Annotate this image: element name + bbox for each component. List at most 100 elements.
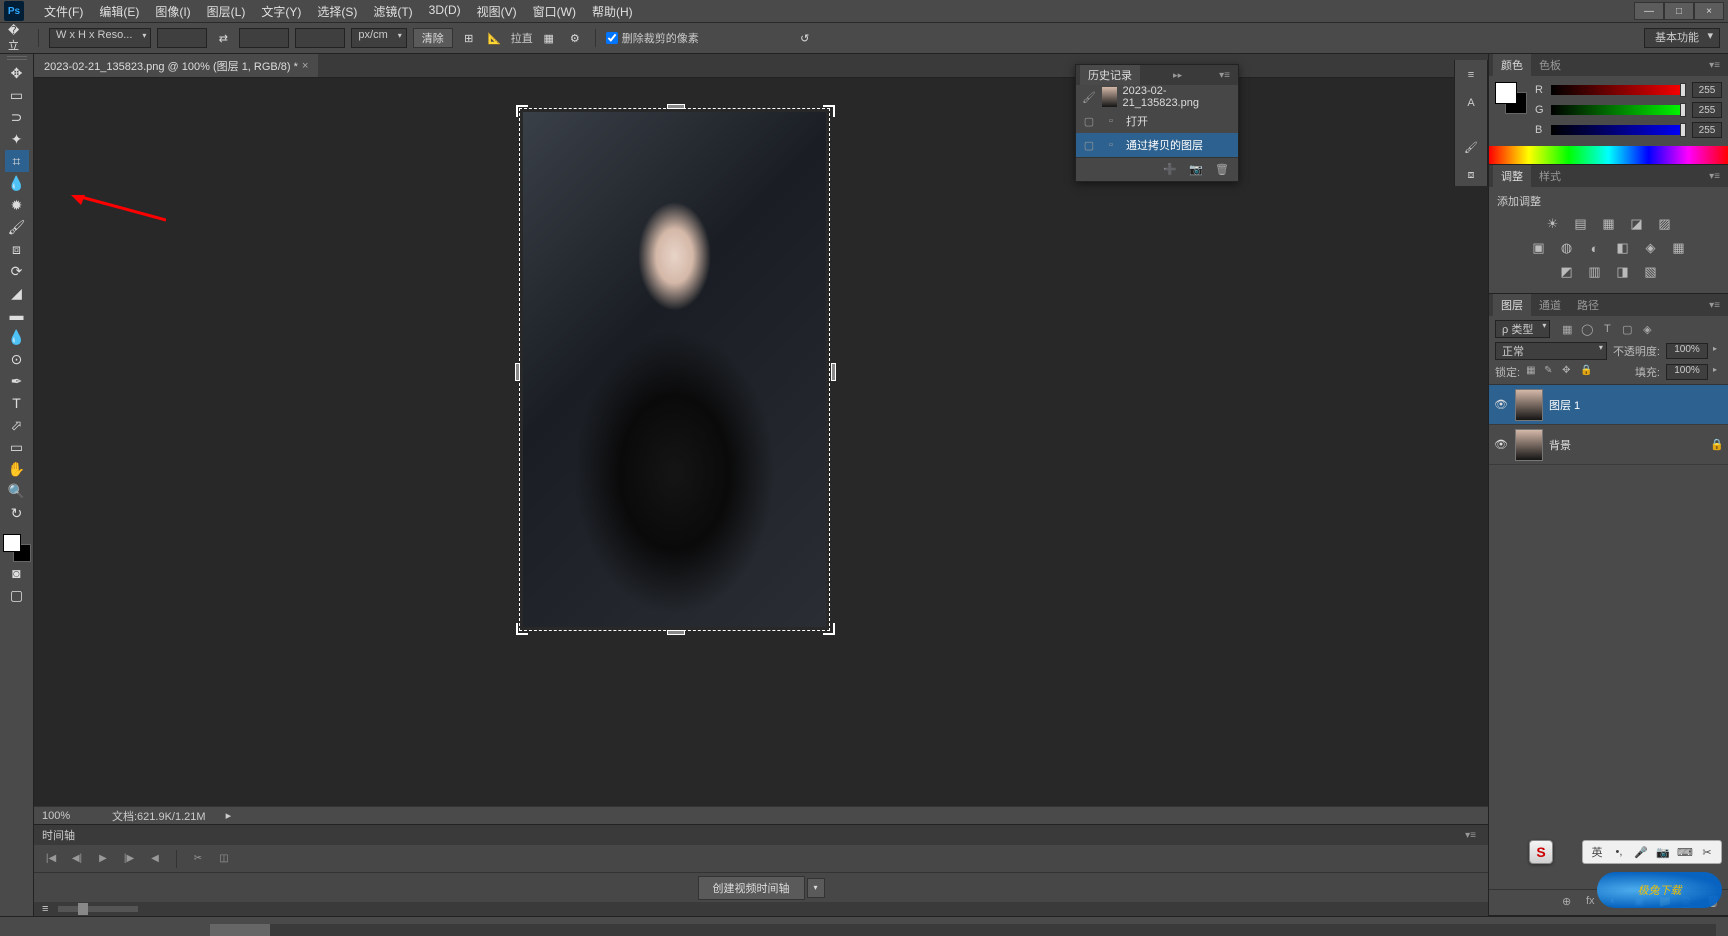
type-tool[interactable]: T <box>5 392 29 414</box>
panel-menu-icon[interactable]: ▾≡ <box>1705 171 1724 182</box>
adjustment-icon[interactable]: ◈ <box>1642 239 1660 257</box>
new-doc-from-state-icon[interactable]: ➕ <box>1162 162 1178 178</box>
layer-filter-icon[interactable]: T <box>1600 322 1614 336</box>
clone-stamp-tool[interactable]: ⧈ <box>5 238 29 260</box>
color-tab[interactable]: 颜色 <box>1493 54 1531 76</box>
panel-menu-icon[interactable]: ▾≡ <box>1461 830 1480 841</box>
layer-row[interactable]: 👁图层 1 <box>1489 385 1728 425</box>
layer-name[interactable]: 背景 <box>1549 437 1571 453</box>
snapshot-icon[interactable]: 📷 <box>1188 162 1204 178</box>
timeline-type-dropdown[interactable]: ▾ <box>807 878 825 898</box>
color-slider[interactable] <box>1551 125 1686 135</box>
straighten-icon[interactable]: 📐 <box>485 28 505 48</box>
lasso-tool[interactable]: ⊃ <box>5 106 29 128</box>
options-gear-icon[interactable]: ⚙ <box>565 28 585 48</box>
menu-item-6[interactable]: 滤镜(T) <box>365 3 420 20</box>
menu-item-0[interactable]: 文件(F) <box>36 3 91 20</box>
blur-tool[interactable]: 💧 <box>5 326 29 348</box>
crop-handle-r[interactable] <box>831 363 836 381</box>
delete-cropped-checkbox[interactable]: 删除裁剪的像素 <box>606 30 699 46</box>
create-video-timeline-button[interactable]: 创建视频时间轴 <box>698 876 805 900</box>
ime-item[interactable]: •, <box>1609 843 1629 861</box>
overlay-icon[interactable]: ⊞ <box>459 28 479 48</box>
quick-select-tool[interactable]: ✦ <box>5 128 29 150</box>
menu-item-7[interactable]: 3D(D) <box>421 3 469 20</box>
adjustment-icon[interactable]: ◐ <box>1586 239 1604 257</box>
adjustment-icon[interactable]: ▨ <box>1656 215 1674 233</box>
eraser-tool[interactable]: ◢ <box>5 282 29 304</box>
eyedropper-tool[interactable]: 💧 <box>5 172 29 194</box>
marquee-tool[interactable]: ▭ <box>5 84 29 106</box>
visibility-eye-icon[interactable]: 👁 <box>1493 437 1509 453</box>
adjustment-icon[interactable]: ☀ <box>1544 215 1562 233</box>
split-icon[interactable]: ✂ <box>189 850 207 868</box>
lock-option-icon[interactable]: ▦ <box>1526 365 1540 379</box>
color-swatches[interactable] <box>3 534 31 562</box>
zoom-level[interactable]: 100% <box>42 810 92 822</box>
menu-item-10[interactable]: 帮助(H) <box>584 3 641 20</box>
delete-state-icon[interactable]: 🗑 <box>1214 162 1230 178</box>
window-close[interactable]: × <box>1694 2 1724 20</box>
gradient-tool[interactable]: ▬ <box>5 304 29 326</box>
crop-handle-br[interactable] <box>823 623 835 635</box>
adjustment-icon[interactable]: ▥ <box>1586 263 1604 281</box>
adjustment-icon[interactable]: ▦ <box>1600 215 1618 233</box>
adjustment-icon[interactable]: ▤ <box>1572 215 1590 233</box>
shape-tool[interactable]: ▭ <box>5 436 29 458</box>
layer-filter-icon[interactable]: ◯ <box>1580 322 1594 336</box>
foreground-color-swatch[interactable] <box>3 534 21 552</box>
lock-option-icon[interactable]: 🔒 <box>1580 365 1594 379</box>
document-tab[interactable]: 2023-02-21_135823.png @ 100% (图层 1, RGB/… <box>34 54 318 77</box>
layer-filter-icon[interactable]: ▦ <box>1560 322 1574 336</box>
adjustment-icon[interactable]: ◍ <box>1558 239 1576 257</box>
opacity-value[interactable]: 100% <box>1666 343 1708 359</box>
crop-handle-tr[interactable] <box>823 105 835 117</box>
swap-dimensions-icon[interactable]: ⇄ <box>213 28 233 48</box>
lock-option-icon[interactable]: ✎ <box>1544 365 1558 379</box>
layer-thumbnail[interactable] <box>1515 429 1543 461</box>
brush-tool[interactable]: 🖌 <box>5 216 29 238</box>
clear-button[interactable]: 清除 <box>413 28 453 48</box>
color-slider[interactable] <box>1551 105 1686 115</box>
menu-item-3[interactable]: 图层(L) <box>199 3 254 20</box>
menu-item-2[interactable]: 图像(I) <box>147 3 198 20</box>
grid-icon[interactable]: ▦ <box>539 28 559 48</box>
ime-item[interactable]: 英 <box>1587 843 1607 861</box>
path-select-tool[interactable]: ⬀ <box>5 414 29 436</box>
history-state[interactable]: ▢▫打开 <box>1076 109 1238 133</box>
next-frame-icon[interactable]: |▶ <box>120 850 138 868</box>
blend-mode-dropdown[interactable]: 正常 <box>1495 342 1607 360</box>
layers-footer-icon[interactable]: ⊕ <box>1562 895 1578 911</box>
screen-mode-tool[interactable]: ▢ <box>5 584 29 606</box>
color-slider[interactable] <box>1551 85 1686 95</box>
window-minimize[interactable]: — <box>1634 2 1664 20</box>
quick-mask-tool[interactable]: ◙ <box>5 562 29 584</box>
crop-marquee[interactable] <box>519 108 830 631</box>
timeline-options-icon[interactable]: ≡ <box>42 903 48 915</box>
adjustment-icon[interactable]: ▧ <box>1642 263 1660 281</box>
close-tab-icon[interactable]: × <box>302 60 308 72</box>
ime-item[interactable]: ⌨ <box>1675 843 1695 861</box>
crop-height-input[interactable] <box>239 28 289 48</box>
channel-value[interactable] <box>1692 122 1722 138</box>
lock-option-icon[interactable]: ✥ <box>1562 365 1576 379</box>
crop-handle-b[interactable] <box>667 630 685 635</box>
zoom-tool[interactable]: 🔍 <box>5 480 29 502</box>
workspace-dropdown[interactable]: 基本功能 <box>1644 28 1720 48</box>
ime-item[interactable]: 🎤 <box>1631 843 1651 861</box>
panel-menu-icon[interactable]: ▾≡ <box>1215 70 1234 81</box>
channel-value[interactable] <box>1692 102 1722 118</box>
menu-item-1[interactable]: 编辑(E) <box>91 3 147 20</box>
adjustment-icon[interactable]: ◪ <box>1628 215 1646 233</box>
mini-character-icon[interactable]: A <box>1460 92 1482 114</box>
adjustment-icon[interactable]: ◨ <box>1614 263 1632 281</box>
mute-icon[interactable]: ◀ <box>146 850 164 868</box>
crop-handle-l[interactable] <box>515 363 520 381</box>
window-maximize[interactable]: □ <box>1664 2 1694 20</box>
layer-thumbnail[interactable] <box>1515 389 1543 421</box>
layer-row[interactable]: 👁背景🔒 <box>1489 425 1728 465</box>
history-state[interactable]: ▢▫通过拷贝的图层 <box>1076 133 1238 157</box>
color-preview[interactable] <box>1495 82 1527 114</box>
color-spectrum[interactable] <box>1489 146 1728 164</box>
reset-icon[interactable]: ↺ <box>795 28 815 48</box>
